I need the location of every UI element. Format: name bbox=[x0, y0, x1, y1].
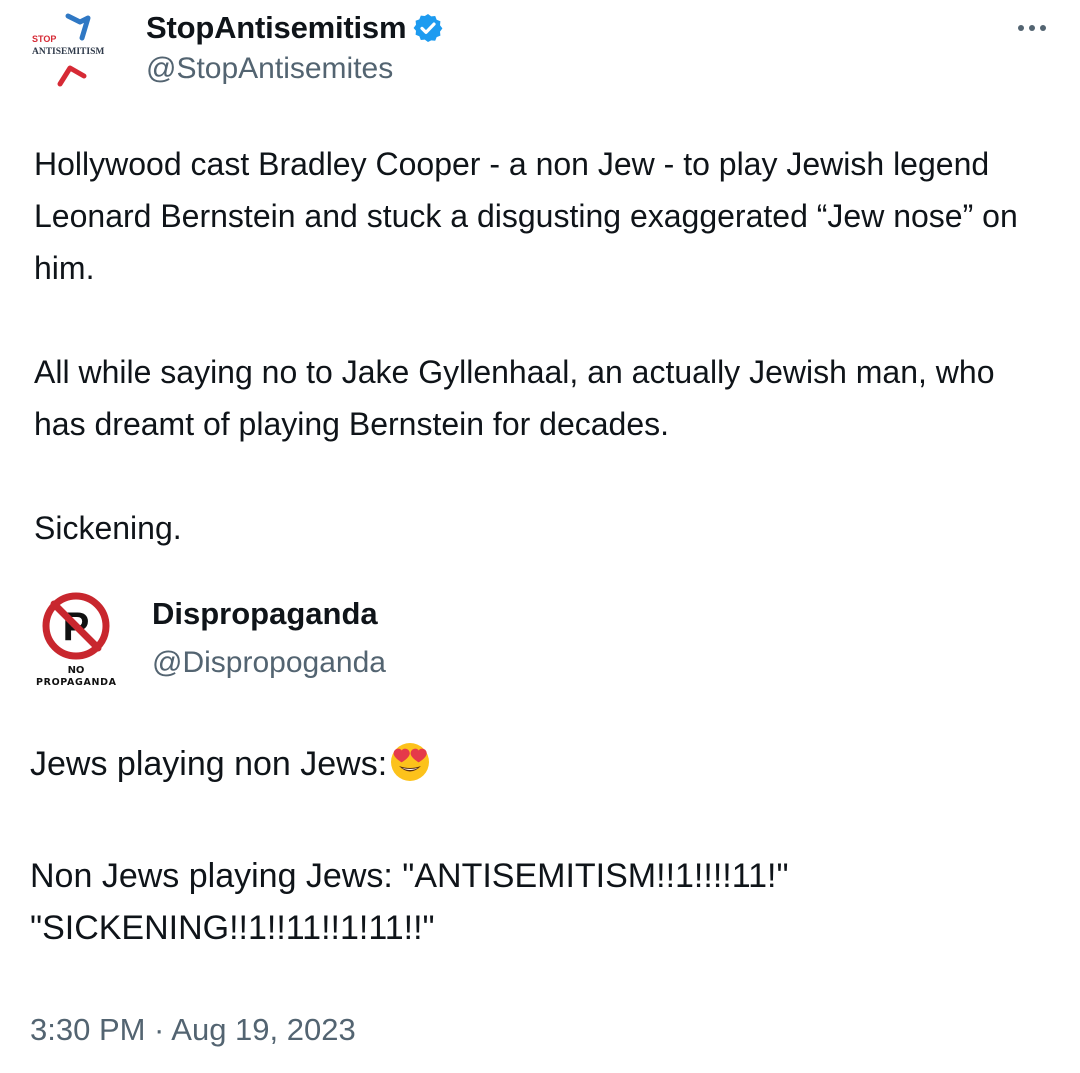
tweet-timestamp[interactable]: 3:30 PM · Aug 19, 2023 bbox=[30, 1012, 356, 1048]
tweet-paragraph-2: All while saying no to Jake Gyllenhaal, … bbox=[34, 354, 995, 442]
tweet-paragraph-3: Sickening. bbox=[34, 510, 182, 546]
author-handle[interactable]: @StopAntisemites bbox=[146, 52, 393, 86]
reply-handle[interactable]: @Dispropoganda bbox=[152, 646, 386, 680]
dispropaganda-avatar[interactable]: P NO PROPAGANDA bbox=[30, 590, 130, 694]
avatar-logo-line1: STOP bbox=[32, 34, 56, 44]
verified-badge-icon bbox=[412, 12, 444, 44]
reply-line-1: Jews playing non Jews: bbox=[30, 738, 1050, 798]
reply-line-2: Non Jews playing Jews: "ANTISEMITISM!!1!… bbox=[30, 857, 789, 947]
author-display-name[interactable]: StopAntisemitism bbox=[146, 10, 407, 46]
avatar-propaganda-text: PROPAGANDA bbox=[36, 677, 117, 688]
tweet-screenshot: STOP ANTISEMITISM StopAntisemitism @Stop… bbox=[0, 0, 1080, 1073]
reply-text: Jews playing non Jews: Non Jews playing … bbox=[30, 738, 1050, 954]
stopantisemitism-avatar[interactable]: STOP ANTISEMITISM bbox=[26, 6, 122, 90]
avatar-logo-line2: ANTISEMITISM bbox=[32, 47, 104, 57]
reply-line-1-text: Jews playing non Jews: bbox=[30, 745, 388, 783]
tweet-text: Hollywood cast Bradley Cooper - a non Je… bbox=[34, 138, 1054, 554]
reply-display-name[interactable]: Dispropaganda bbox=[152, 596, 378, 632]
author-name-row[interactable]: StopAntisemitism bbox=[146, 8, 444, 48]
tweet-paragraph-1: Hollywood cast Bradley Cooper - a non Je… bbox=[34, 146, 1018, 286]
more-options-icon[interactable] bbox=[1012, 18, 1052, 38]
heart-eyes-emoji-icon bbox=[389, 741, 431, 798]
avatar-no-text: NO bbox=[68, 665, 85, 676]
